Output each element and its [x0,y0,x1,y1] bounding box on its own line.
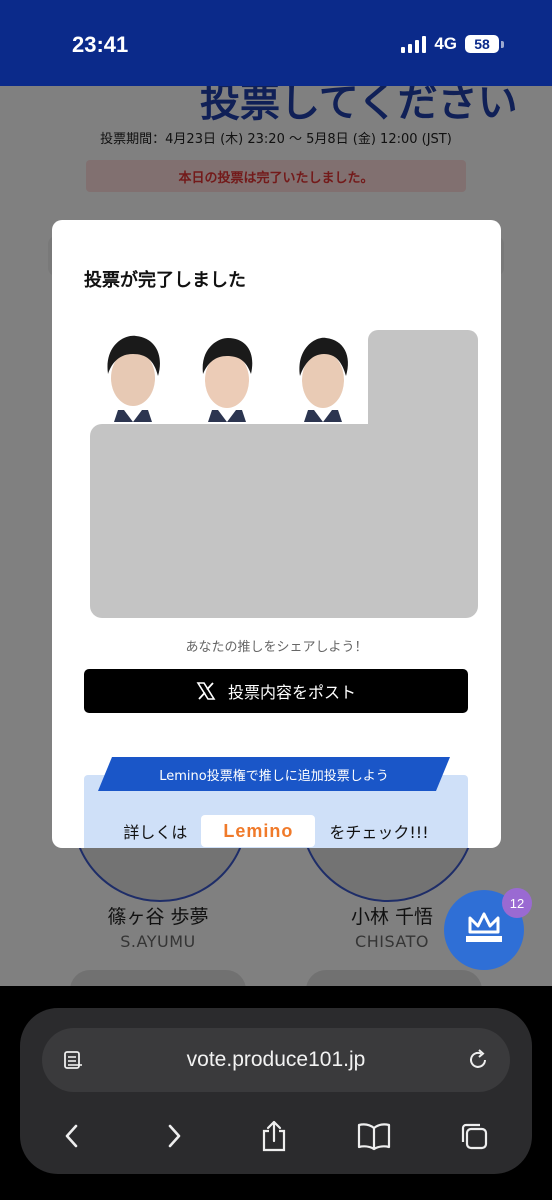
vote-complete-modal: 投票が完了しました あなたの推しをシェアしよう！ 投票内容をポスト 詳しくは L [52,220,501,848]
battery-level: 58 [465,35,499,53]
x-logo-icon [196,682,216,700]
forward-button[interactable] [154,1116,194,1156]
reload-icon[interactable] [466,1048,490,1072]
trainee-photo-icon [94,330,172,422]
lemino-logo[interactable]: Lemino [201,815,316,847]
post-button-label: 投票内容をポスト [227,683,356,702]
status-time: 23:41 [72,32,129,57]
crown-icon [466,912,502,942]
redacted-area [90,424,478,618]
browser-nav [20,1104,532,1164]
share-icon [262,1120,286,1152]
trainee-photo-icon [188,330,266,422]
chevron-left-icon [65,1124,78,1148]
modal-title: 投票が完了しました [84,270,246,291]
chevron-right-icon [168,1124,181,1148]
book-icon [357,1123,391,1151]
crown-badge: 12 [502,888,532,918]
lemino-ribbon: Lemino投票権で推しに追加投票しよう [98,757,450,791]
status-bar: 23:41 4G 58 [0,0,552,86]
post-to-x-button[interactable]: 投票内容をポスト [84,669,468,713]
tabs-button[interactable] [454,1116,494,1156]
lemino-row: 詳しくは Lemino をチェック!!! [84,815,468,847]
trainee-photo-icon [284,330,362,422]
lemino-suffix: をチェック!!! [329,823,429,842]
browser-toolbar: vote.produce101.jp [0,986,552,1200]
share-button[interactable] [254,1116,294,1156]
network-type: 4G [434,34,457,53]
status-icons: 4G 58 [401,34,504,54]
bookmarks-button[interactable] [354,1116,394,1156]
back-button[interactable] [52,1116,92,1156]
share-hint: あなたの推しをシェアしよう！ [185,640,368,655]
tabs-icon [461,1123,488,1150]
signal-icon [401,35,427,53]
address-bar[interactable]: vote.produce101.jp [42,1028,510,1092]
browser-capsule: vote.produce101.jp [20,1008,532,1174]
battery-icon: 58 [465,35,504,53]
lemino-prefix: 詳しくは [123,823,188,842]
url-text: vote.produce101.jp [186,1048,366,1071]
